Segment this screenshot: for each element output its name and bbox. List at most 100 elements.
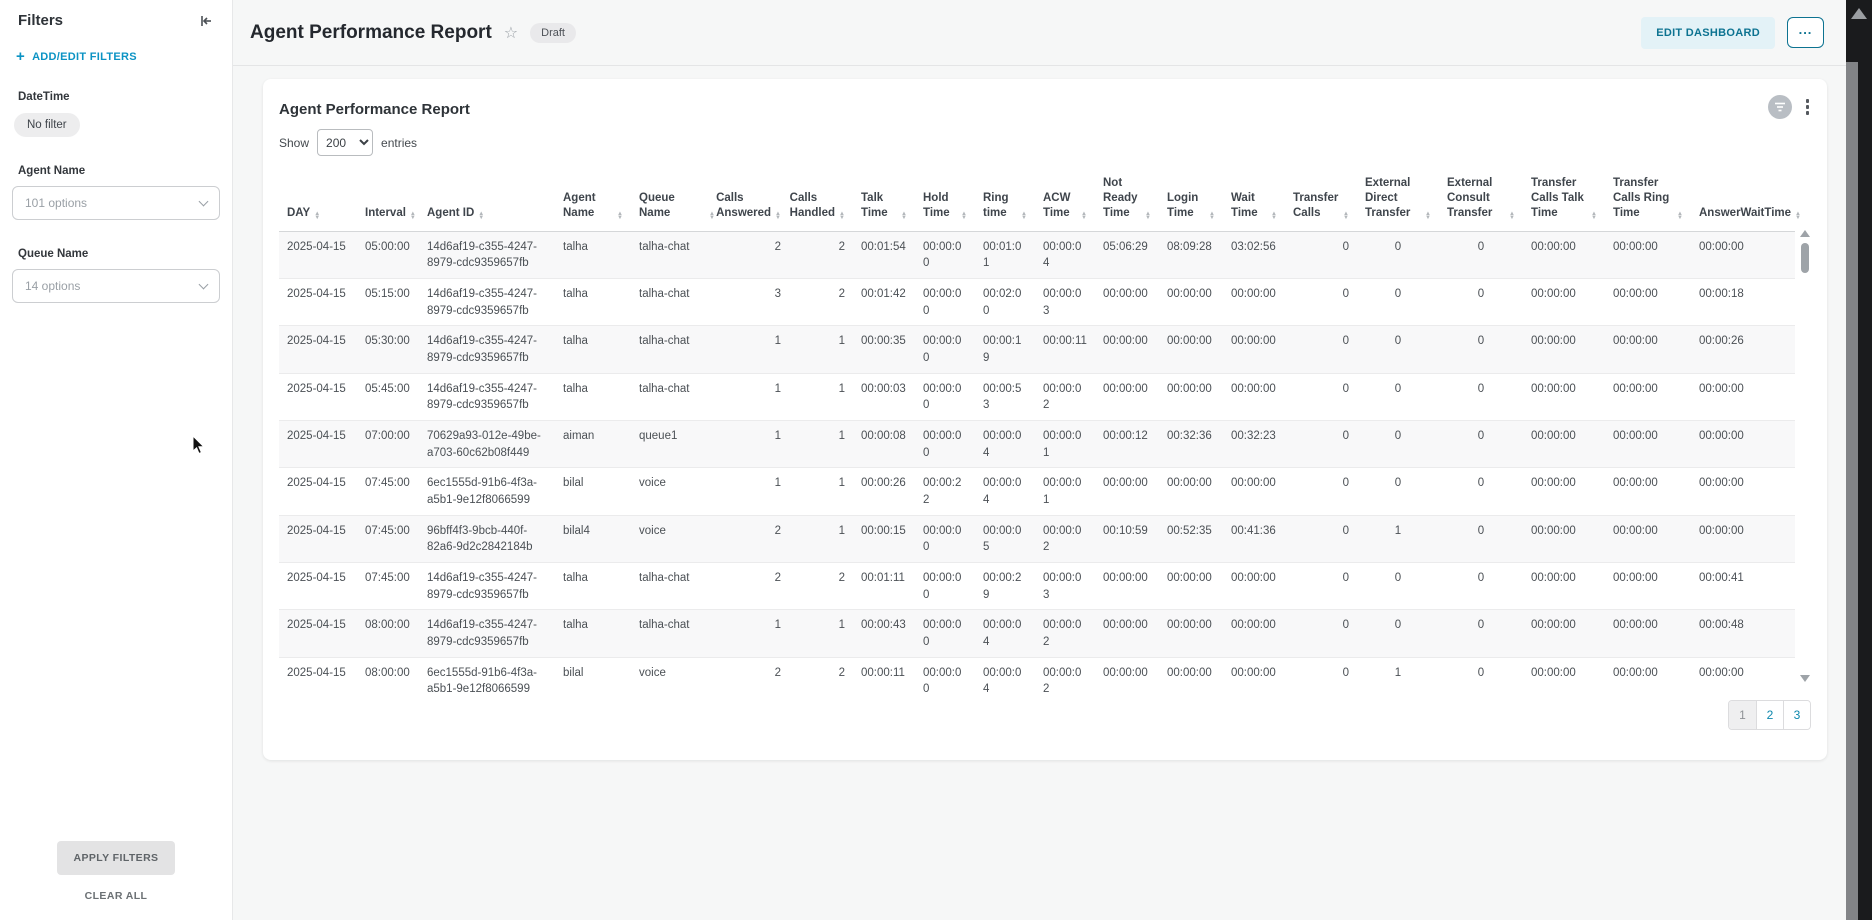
page-size-select[interactable]: 200 (317, 129, 373, 156)
sort-icon[interactable]: ▲▼ (1209, 212, 1215, 221)
table-cell: 96bff4f3-9bcb-440f-82a6-9d2c2842184b (419, 515, 555, 562)
table-cell: 00:00:03 (1035, 562, 1095, 609)
scrollbar-thumb[interactable] (1801, 243, 1809, 273)
table-cell: voice (631, 515, 723, 562)
edit-dashboard-button[interactable]: EDIT DASHBOARD (1641, 17, 1775, 49)
apply-filters-button[interactable]: APPLY FILTERS (57, 841, 176, 875)
sort-icon[interactable]: ▲▼ (961, 212, 967, 221)
sort-icon[interactable]: ▲▼ (1271, 212, 1277, 221)
table-cell: talha (555, 231, 631, 278)
clear-all-button[interactable]: CLEAR ALL (0, 890, 232, 902)
table-cell: 2 (789, 231, 853, 278)
table-cell: 0 (1357, 610, 1439, 657)
column-header[interactable]: ACW Time▲▼ (1035, 172, 1095, 231)
table-cell: talha-chat (631, 610, 723, 657)
widget-menu-icon[interactable] (1802, 95, 1814, 119)
table-cell: 00:00:00 (1523, 515, 1605, 562)
sort-icon[interactable]: ▲▼ (1145, 212, 1151, 221)
column-header[interactable]: Transfer Calls Talk Time▲▼ (1523, 172, 1605, 231)
sort-icon[interactable]: ▲▼ (901, 212, 907, 221)
table-row: 2025-04-1507:45:0096bff4f3-9bcb-440f-82a… (279, 515, 1795, 562)
window-scrollbar-thumb[interactable] (1846, 62, 1858, 920)
table-cell: 00:00:00 (1523, 610, 1605, 657)
sort-icon[interactable]: ▲▼ (1343, 212, 1349, 221)
table-cell: 00:00:35 (853, 326, 915, 373)
column-header[interactable]: External Direct Transfer▲▼ (1357, 172, 1439, 231)
table-row: 2025-04-1505:00:0014d6af19-c355-4247-897… (279, 231, 1795, 278)
table-cell: 14d6af19-c355-4247-8979-cdc9359657fb (419, 278, 555, 325)
scroll-down-icon[interactable] (1800, 675, 1810, 682)
table-cell: 3 (723, 278, 789, 325)
datetime-label: DateTime (0, 91, 232, 103)
column-header-label: Agent Name (563, 191, 613, 221)
sort-icon[interactable]: ▲▼ (709, 212, 715, 221)
column-header-label: DAY (287, 206, 310, 221)
table-cell: aiman (555, 420, 631, 467)
agent-name-select[interactable]: 101 options (12, 186, 220, 220)
add-edit-filters-button[interactable]: + ADD/EDIT FILTERS (0, 29, 232, 63)
column-header[interactable]: External Consult Transfer▲▼ (1439, 172, 1523, 231)
scroll-up-icon[interactable] (1800, 230, 1810, 237)
column-header[interactable]: Ring time▲▼ (975, 172, 1035, 231)
sort-icon[interactable]: ▲▼ (839, 212, 845, 221)
collapse-sidebar-icon[interactable] (198, 13, 214, 29)
table-cell: 00:02:00 (975, 278, 1035, 325)
table-cell: 2025-04-15 (279, 420, 357, 467)
queue-name-select[interactable]: 14 options (12, 269, 220, 303)
sort-icon[interactable]: ▲▼ (1591, 212, 1597, 221)
sort-icon[interactable]: ▲▼ (1509, 212, 1515, 221)
star-icon[interactable]: ☆ (504, 23, 518, 43)
table-cell: 00:00:41 (1691, 562, 1795, 609)
page-button-2[interactable]: 2 (1756, 701, 1783, 729)
table-cell: 00:00:12 (1095, 420, 1159, 467)
sort-icon[interactable]: ▲▼ (1795, 212, 1801, 221)
sort-icon[interactable]: ▲▼ (617, 212, 623, 221)
sort-icon[interactable]: ▲▼ (410, 212, 416, 221)
page-button-1[interactable]: 1 (1729, 701, 1756, 729)
sort-icon[interactable]: ▲▼ (1081, 212, 1087, 221)
column-header[interactable]: DAY ▲▼ (279, 172, 357, 231)
sort-icon[interactable]: ▲▼ (775, 212, 781, 221)
table-cell: 00:00:00 (915, 278, 975, 325)
table-cell: 00:00:08 (853, 420, 915, 467)
column-header[interactable]: Hold Time▲▼ (915, 172, 975, 231)
column-header[interactable]: Calls Handled▲▼ (789, 172, 853, 231)
sort-icon[interactable]: ▲▼ (1021, 212, 1027, 221)
table-cell: 07:45:00 (357, 515, 419, 562)
status-badge: Draft (530, 23, 576, 43)
table-cell: 00:00:00 (1159, 326, 1223, 373)
datetime-filter-chip[interactable]: No filter (14, 113, 80, 137)
table-cell: talha (555, 326, 631, 373)
table-cell: 08:09:28 (1159, 231, 1223, 278)
pagination: 123 (1728, 700, 1811, 730)
table-cell: bilal (555, 657, 631, 699)
table-cell: 00:00:03 (1035, 278, 1095, 325)
table-cell: talha-chat (631, 326, 723, 373)
page-button-3[interactable]: 3 (1783, 701, 1810, 729)
column-header[interactable]: Agent ID▲▼ (419, 172, 555, 231)
table-cell: 00:00:00 (1691, 373, 1795, 420)
sort-icon[interactable]: ▲▼ (478, 212, 484, 221)
table-scrollbar[interactable] (1799, 230, 1811, 682)
column-header[interactable]: Interval▲▼ (357, 172, 419, 231)
column-header[interactable]: Not Ready Time▲▼ (1095, 172, 1159, 231)
sort-icon[interactable]: ▲▼ (1425, 212, 1431, 221)
column-header[interactable]: AnswerWaitTime▲▼ (1691, 172, 1795, 231)
table-cell: 00:00:00 (1605, 420, 1691, 467)
table-row: 2025-04-1507:45:0014d6af19-c355-4247-897… (279, 562, 1795, 609)
widget-filter-icon[interactable] (1768, 95, 1792, 119)
sort-icon[interactable]: ▲▼ (1677, 212, 1683, 221)
sort-icon[interactable]: ▲▼ (314, 212, 320, 221)
column-header[interactable]: Talk Time▲▼ (853, 172, 915, 231)
column-header[interactable]: Queue Name▲▼ (631, 172, 723, 231)
column-header[interactable]: Transfer Calls Ring Time▲▼ (1605, 172, 1691, 231)
table-cell: 2025-04-15 (279, 231, 357, 278)
table-cell: 00:00:18 (1691, 278, 1795, 325)
column-header[interactable]: Login Time▲▼ (1159, 172, 1223, 231)
column-header[interactable]: Calls Answered▲▼ (723, 172, 789, 231)
column-header[interactable]: Agent Name ▲▼ (555, 172, 631, 231)
column-header[interactable]: Wait Time▲▼ (1223, 172, 1285, 231)
column-header[interactable]: Transfer Calls▲▼ (1285, 172, 1357, 231)
window-scroll-up-icon[interactable] (1851, 8, 1867, 19)
more-options-button[interactable]: ... (1787, 17, 1824, 48)
